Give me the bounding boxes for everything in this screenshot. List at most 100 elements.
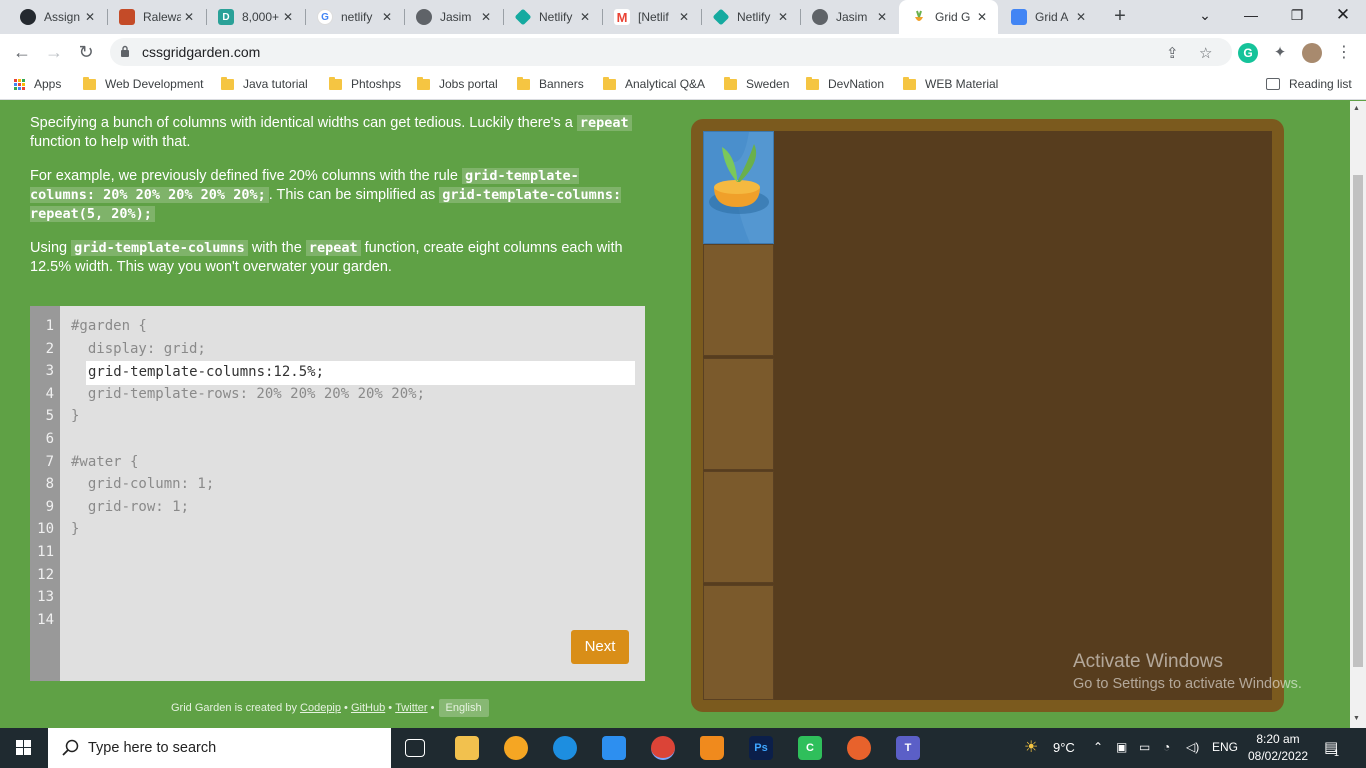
weather-temp[interactable]: 9°C bbox=[1053, 740, 1075, 755]
github-link[interactable]: GitHub bbox=[351, 702, 385, 714]
back-button[interactable]: ← bbox=[10, 40, 34, 64]
teams-icon[interactable]: T bbox=[896, 736, 920, 760]
avatar[interactable] bbox=[1302, 43, 1322, 63]
tab[interactable]: Jasim ✕ bbox=[404, 0, 502, 34]
activate-windows-subtitle: Go to Settings to activate Windows. bbox=[1073, 676, 1302, 692]
tab[interactable]: Assign ✕ bbox=[8, 0, 106, 34]
bookmarks-bar: Apps Web Development Java tutorial Phtos… bbox=[0, 70, 1366, 100]
mail-icon[interactable] bbox=[602, 736, 626, 760]
clock-date: 08/02/2022 bbox=[1248, 749, 1309, 763]
camtasia-icon[interactable]: C bbox=[798, 736, 822, 760]
twitter-link[interactable]: Twitter bbox=[395, 702, 427, 714]
tab-title: Jasim bbox=[836, 10, 868, 24]
bookmark-folder[interactable]: Sweden bbox=[724, 76, 789, 91]
bookmark-folder[interactable]: Jobs portal bbox=[417, 76, 498, 91]
volume-icon[interactable]: ◁) bbox=[1186, 740, 1199, 754]
bookmark-folder[interactable]: DevNation bbox=[806, 76, 884, 91]
maximize-button[interactable]: ❐ bbox=[1274, 0, 1320, 30]
reading-list-icon bbox=[1266, 78, 1280, 90]
bookmark-folder[interactable]: Analytical Q&A bbox=[603, 76, 705, 91]
bookmark-folder[interactable]: Web Development bbox=[83, 76, 204, 91]
code-line: #water { bbox=[71, 454, 139, 470]
css-input-field[interactable]: grid-template-columns:12.5%; bbox=[86, 361, 635, 385]
bookmark-folder[interactable]: Java tutorial bbox=[221, 76, 308, 91]
page-scrollbar[interactable]: ▲ ▼ bbox=[1350, 101, 1366, 728]
reload-button[interactable]: ↻ bbox=[74, 40, 98, 64]
tab[interactable]: G netlify ✕ bbox=[305, 0, 403, 34]
close-icon[interactable]: ✕ bbox=[478, 10, 494, 24]
tab[interactable]: Grid A ✕ bbox=[999, 0, 1097, 34]
file-explorer-icon[interactable] bbox=[455, 736, 479, 760]
close-icon[interactable]: ✕ bbox=[280, 10, 296, 24]
tab[interactable]: Netlify ✕ bbox=[503, 0, 601, 34]
scroll-down-arrow[interactable]: ▼ bbox=[1353, 715, 1360, 722]
forward-button[interactable]: → bbox=[42, 40, 66, 64]
photoshop-icon[interactable]: Ps bbox=[749, 736, 773, 760]
close-icon[interactable]: ✕ bbox=[577, 10, 593, 24]
folder-icon bbox=[329, 76, 342, 90]
vlc-icon[interactable] bbox=[700, 736, 724, 760]
close-icon[interactable]: ✕ bbox=[379, 10, 395, 24]
folder-icon bbox=[83, 76, 96, 90]
address-bar[interactable]: cssgridgarden.com ⇪ ☆ bbox=[110, 38, 1232, 66]
close-icon[interactable]: ✕ bbox=[775, 10, 791, 24]
language-select[interactable]: English bbox=[438, 699, 489, 717]
line-gutter: 1 2 3 4 5 6 7 8 9 10 11 12 13 14 bbox=[30, 306, 60, 681]
scrollbar-thumb[interactable] bbox=[1353, 175, 1363, 667]
taskbar-search[interactable]: Type here to search bbox=[48, 728, 391, 768]
bookmark-folder[interactable]: Phtoshps bbox=[329, 76, 401, 91]
close-icon[interactable]: ✕ bbox=[82, 10, 98, 24]
close-icon[interactable]: ✕ bbox=[676, 10, 692, 24]
close-icon[interactable]: ✕ bbox=[974, 10, 990, 24]
share-icon[interactable]: ⇪ bbox=[1166, 44, 1179, 62]
tab[interactable]: Ralewa ✕ bbox=[107, 0, 205, 34]
lesson-paragraph: For example, we previously defined five … bbox=[30, 167, 640, 224]
dribbble-d-icon: D bbox=[218, 9, 234, 25]
bookmark-star-icon[interactable]: ☆ bbox=[1199, 44, 1212, 62]
css-input-value[interactable]: grid-template-columns:12.5%; bbox=[88, 364, 324, 380]
new-tab-button[interactable]: + bbox=[1108, 4, 1132, 28]
lesson-text: . This can be simplified as bbox=[268, 187, 436, 203]
meet-now-icon[interactable]: ▣ bbox=[1116, 740, 1127, 754]
tab-search-icon[interactable]: ⌄ bbox=[1182, 0, 1228, 30]
scroll-up-arrow[interactable]: ▲ bbox=[1353, 105, 1360, 112]
battery-icon[interactable]: ▭ bbox=[1139, 740, 1150, 754]
line-number: 6 bbox=[45, 431, 54, 447]
tab[interactable]: Jasim ✕ bbox=[800, 0, 898, 34]
close-icon[interactable]: ✕ bbox=[181, 10, 197, 24]
tab[interactable]: Netlify ✕ bbox=[701, 0, 799, 34]
input-language[interactable]: ENG bbox=[1212, 740, 1238, 754]
bookmark-label: WEB Material bbox=[925, 77, 999, 91]
extensions-puzzle-icon[interactable]: ✦ bbox=[1270, 43, 1290, 63]
edge-icon[interactable] bbox=[553, 736, 577, 760]
avast-icon[interactable] bbox=[504, 736, 528, 760]
tab[interactable]: M [Netlif ✕ bbox=[602, 0, 700, 34]
close-icon[interactable]: ✕ bbox=[874, 10, 890, 24]
weather-icon[interactable]: ☀ bbox=[1024, 737, 1038, 757]
tab[interactable]: D 8,000+ ✕ bbox=[206, 0, 304, 34]
tab-title: Jasim bbox=[440, 10, 472, 24]
grammarly-icon[interactable]: G bbox=[1238, 43, 1258, 63]
firefox-icon[interactable] bbox=[847, 736, 871, 760]
tab-title: Ralewa bbox=[143, 10, 181, 24]
reading-list[interactable]: Reading list bbox=[1266, 77, 1352, 91]
start-button[interactable] bbox=[0, 728, 48, 768]
chrome-icon[interactable] bbox=[651, 736, 675, 760]
bookmark-folder[interactable]: WEB Material bbox=[903, 76, 999, 91]
close-icon[interactable]: ✕ bbox=[1073, 10, 1089, 24]
url-text[interactable]: cssgridgarden.com bbox=[142, 44, 260, 60]
task-view-icon[interactable] bbox=[405, 739, 425, 757]
grid-garden-page: Specifying a bunch of columns with ident… bbox=[0, 101, 1350, 728]
bookmark-apps[interactable]: Apps bbox=[14, 77, 61, 91]
menu-icon[interactable]: ⋮ bbox=[1334, 43, 1354, 63]
chevron-up-icon[interactable]: ⌃ bbox=[1093, 740, 1103, 754]
close-window-button[interactable]: ✕ bbox=[1320, 0, 1366, 30]
bookmark-folder[interactable]: Banners bbox=[517, 76, 584, 91]
codepip-link[interactable]: Codepip bbox=[300, 702, 341, 714]
minimize-button[interactable]: — bbox=[1228, 0, 1274, 30]
tab-title: Netlify bbox=[737, 10, 771, 24]
wifi-icon[interactable]: ◔ bbox=[1163, 740, 1170, 754]
clock[interactable]: 8:20 am 08/02/2022 bbox=[1248, 731, 1308, 765]
next-button[interactable]: Next bbox=[571, 630, 629, 664]
tab-active[interactable]: Grid G ✕ bbox=[899, 0, 998, 34]
